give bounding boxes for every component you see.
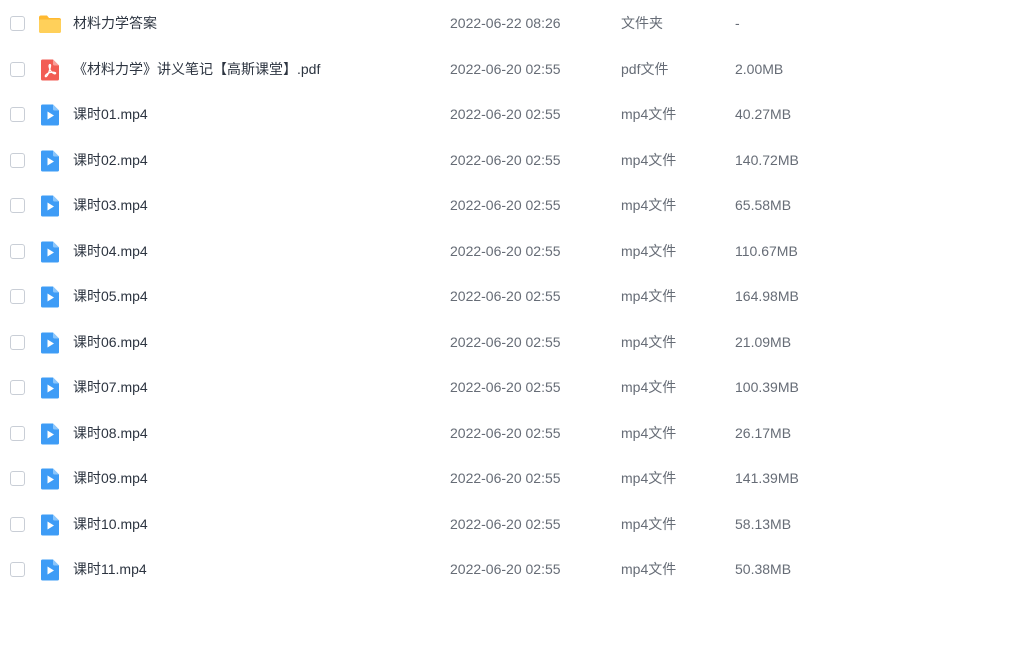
file-date: 2022-06-20 02:55 — [450, 106, 561, 122]
file-row[interactable]: 课时04.mp4 2022-06-20 02:55 mp4文件 110.67MB — [0, 229, 1024, 275]
file-date: 2022-06-20 02:55 — [450, 424, 561, 441]
file-type: mp4文件 — [621, 561, 677, 577]
file-type: mp4文件 — [621, 515, 677, 532]
file-date: 2022-06-20 02:55 — [450, 470, 561, 486]
file-type: mp4文件 — [621, 106, 677, 122]
file-date: 2022-06-20 02:55 — [450, 197, 561, 213]
video-file-icon — [38, 558, 62, 582]
file-name[interactable]: 课时02.mp4 — [73, 138, 148, 184]
file-date: 2022-06-20 02:55 — [450, 561, 561, 577]
file-type: mp4文件 — [621, 379, 677, 395]
file-type: mp4文件 — [621, 288, 677, 304]
file-size: 100.39MB — [735, 379, 799, 395]
file-name[interactable]: 课时01.mp4 — [73, 92, 148, 138]
file-date: 2022-06-20 02:55 — [450, 151, 561, 168]
file-size: 26.17MB — [735, 424, 792, 441]
file-size: 21.09MB — [735, 333, 792, 350]
file-row[interactable]: 课时08.mp4 2022-06-20 02:55 mp4文件 26.17MB — [0, 411, 1024, 457]
file-type: mp4文件 — [621, 424, 677, 441]
file-type: 文件夹 — [621, 15, 663, 31]
row-checkbox[interactable] — [10, 425, 25, 441]
file-row[interactable]: 《材料力学》讲义笔记【高斯课堂】.pdf 2022-06-20 02:55 pd… — [0, 47, 1024, 93]
file-name[interactable]: 课时10.mp4 — [73, 502, 148, 548]
video-file-icon — [38, 149, 62, 173]
row-checkbox[interactable] — [10, 243, 25, 259]
file-type: mp4文件 — [621, 470, 677, 486]
file-date: 2022-06-20 02:55 — [450, 242, 561, 259]
file-date: 2022-06-20 02:55 — [450, 333, 561, 350]
file-date: 2022-06-20 02:55 — [450, 60, 561, 77]
file-date: 2022-06-20 02:55 — [450, 515, 561, 532]
file-type: mp4文件 — [621, 197, 677, 213]
file-name[interactable]: 材料力学答案 — [73, 1, 157, 47]
file-date: 2022-06-20 02:55 — [450, 288, 561, 304]
file-date: 2022-06-22 08:26 — [450, 15, 561, 31]
video-file-icon — [38, 513, 62, 537]
file-row[interactable]: 课时09.mp4 2022-06-20 02:55 mp4文件 141.39MB — [0, 456, 1024, 502]
row-checkbox[interactable] — [10, 198, 25, 213]
file-type: mp4文件 — [621, 242, 677, 259]
file-size: 2.00MB — [735, 60, 784, 77]
file-size: 164.98MB — [735, 288, 799, 304]
video-file-icon — [38, 331, 62, 355]
file-size: 141.39MB — [735, 470, 799, 486]
file-size: 58.13MB — [735, 515, 792, 532]
pdf-icon — [38, 58, 62, 82]
row-checkbox[interactable] — [10, 289, 25, 304]
file-type: pdf文件 — [621, 60, 669, 77]
row-checkbox[interactable] — [10, 562, 25, 577]
file-size: 65.58MB — [735, 197, 792, 213]
row-checkbox[interactable] — [10, 61, 25, 77]
file-row[interactable]: 课时03.mp4 2022-06-20 02:55 mp4文件 65.58MB — [0, 183, 1024, 229]
folder-icon — [38, 12, 62, 36]
file-name[interactable]: 课时09.mp4 — [73, 456, 148, 502]
file-date: 2022-06-20 02:55 — [450, 379, 561, 395]
file-type: mp4文件 — [621, 151, 677, 168]
row-checkbox[interactable] — [10, 334, 25, 350]
file-name[interactable]: 课时03.mp4 — [73, 183, 148, 229]
file-name[interactable]: 《材料力学》讲义笔记【高斯课堂】.pdf — [73, 47, 320, 93]
file-size: 40.27MB — [735, 106, 792, 122]
file-row[interactable]: 课时05.mp4 2022-06-20 02:55 mp4文件 164.98MB — [0, 274, 1024, 320]
file-name[interactable]: 课时08.mp4 — [73, 411, 148, 457]
video-file-icon — [38, 103, 62, 127]
file-row[interactable]: 课时06.mp4 2022-06-20 02:55 mp4文件 21.09MB — [0, 320, 1024, 366]
video-file-icon — [38, 240, 62, 264]
file-row[interactable]: 课时07.mp4 2022-06-20 02:55 mp4文件 100.39MB — [0, 365, 1024, 411]
file-type: mp4文件 — [621, 333, 677, 350]
row-checkbox[interactable] — [10, 16, 25, 31]
video-file-icon — [38, 467, 62, 491]
file-name[interactable]: 课时05.mp4 — [73, 274, 148, 320]
file-name[interactable]: 课时04.mp4 — [73, 229, 148, 275]
file-name[interactable]: 课时07.mp4 — [73, 365, 148, 411]
video-file-icon — [38, 376, 62, 400]
file-size: 50.38MB — [735, 561, 792, 577]
file-name[interactable]: 课时11.mp4 — [73, 547, 147, 593]
file-size: - — [735, 15, 740, 31]
file-row[interactable]: 课时02.mp4 2022-06-20 02:55 mp4文件 140.72MB — [0, 138, 1024, 184]
file-size: 140.72MB — [735, 151, 799, 168]
row-checkbox[interactable] — [10, 471, 25, 486]
file-row[interactable]: 课时10.mp4 2022-06-20 02:55 mp4文件 58.13MB — [0, 502, 1024, 548]
row-checkbox[interactable] — [10, 107, 25, 122]
file-row[interactable]: 材料力学答案 2022-06-22 08:26 文件夹 - — [0, 1, 1024, 47]
row-checkbox[interactable] — [10, 380, 25, 395]
file-name[interactable]: 课时06.mp4 — [73, 320, 148, 366]
file-row[interactable]: 课时11.mp4 2022-06-20 02:55 mp4文件 50.38MB — [0, 547, 1024, 593]
video-file-icon — [38, 422, 62, 446]
video-file-icon — [38, 194, 62, 218]
file-row[interactable]: 课时01.mp4 2022-06-20 02:55 mp4文件 40.27MB — [0, 92, 1024, 138]
file-size: 110.67MB — [735, 242, 798, 259]
row-checkbox[interactable] — [10, 152, 25, 168]
row-checkbox[interactable] — [10, 516, 25, 532]
video-file-icon — [38, 285, 62, 309]
